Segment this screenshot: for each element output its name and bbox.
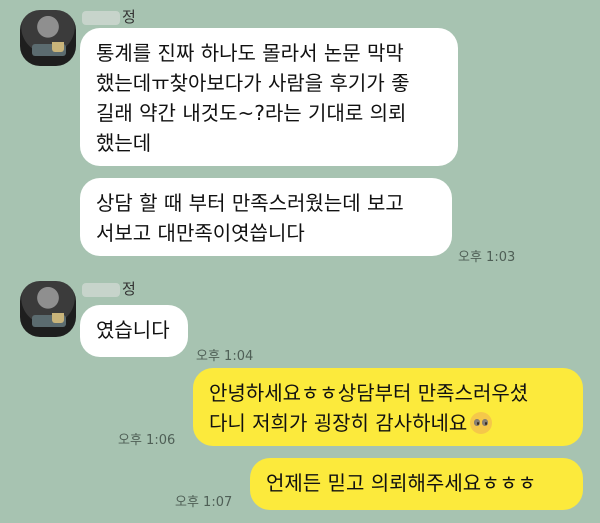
incoming-message-bubble[interactable]: 통계를 진짜 하나도 몰라서 논문 막막 했는데ㅠ찾아보다가 사람을 후기가 좋… — [80, 28, 458, 166]
incoming-message-bubble[interactable]: 였습니다 — [80, 305, 188, 357]
message-timestamp: 오후 1:03 — [458, 250, 516, 265]
message-timestamp: 오후 1:04 — [196, 349, 254, 364]
message-line: 언제든 믿고 의뢰해주세요ㅎㅎㅎ — [266, 471, 537, 495]
outgoing-message-bubble[interactable]: 안녕하세요ㅎㅎ상담부터 만족스러우셨 다니 저희가 굉장히 감사하네요 — [193, 368, 583, 446]
avatar-cup — [52, 42, 64, 52]
incoming-message-bubble[interactable]: 상담 할 때 부터 만족스러웠는데 보고 서보고 대만족이엿씁니다 — [80, 178, 452, 256]
sender-name: 정 — [82, 278, 136, 299]
message-line: 다니 저희가 굉장히 감사하네요 — [209, 408, 567, 438]
pleading-face-icon — [470, 412, 493, 434]
message-line: 했는데 — [96, 131, 152, 155]
redacted-name-blur — [82, 282, 120, 297]
message-line: 상담 할 때 부터 만족스러웠는데 보고 — [96, 191, 404, 215]
message-line: 했는데ㅠ찾아보다가 사람을 후기가 좋 — [96, 71, 410, 95]
outgoing-message-bubble[interactable]: 언제든 믿고 의뢰해주세요ㅎㅎㅎ — [250, 458, 583, 510]
message-line: 길래 약간 내것도~?라는 기대로 의뢰 — [96, 101, 407, 125]
chat-room: 정 통계를 진짜 하나도 몰라서 논문 막막 했는데ㅠ찾아보다가 사람을 후기가… — [0, 0, 600, 523]
redacted-name-blur — [82, 10, 120, 25]
message-line: 서보고 대만족이엿씁니다 — [96, 221, 305, 245]
message-line: 였습니다 — [96, 318, 170, 342]
message-line: 통계를 진짜 하나도 몰라서 논문 막막 — [96, 41, 404, 65]
message-timestamp: 오후 1:07 — [175, 495, 233, 510]
sender-name: 정 — [82, 6, 136, 27]
avatar-cup — [52, 313, 64, 323]
sender-avatar[interactable] — [20, 10, 76, 66]
sender-avatar[interactable] — [20, 281, 76, 337]
message-timestamp: 오후 1:06 — [118, 433, 176, 448]
message-line: 안녕하세요ㅎㅎ상담부터 만족스러우셨 — [209, 381, 529, 405]
